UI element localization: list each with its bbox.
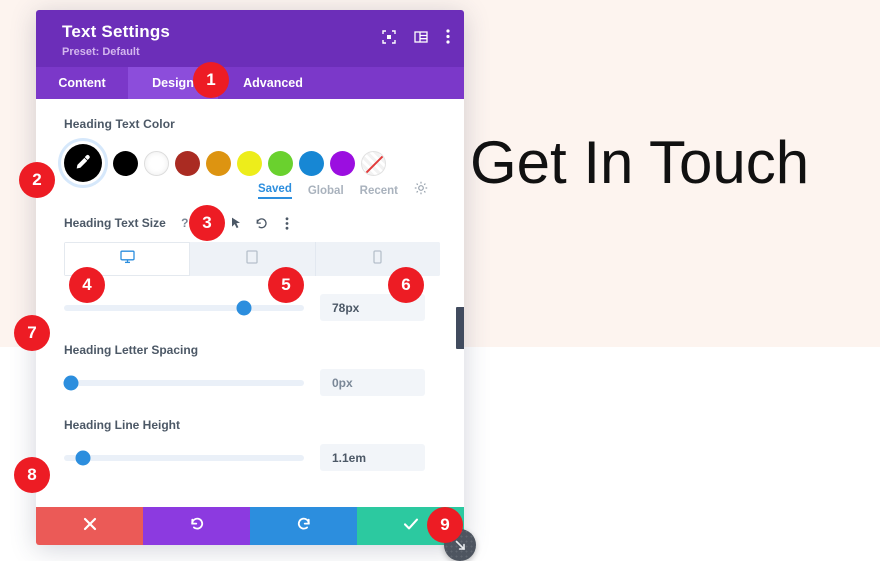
modal-action-bar [36, 507, 464, 545]
palette-tab-global[interactable]: Global [308, 185, 344, 197]
tab-content[interactable]: Content [36, 67, 128, 99]
modal-header: Text Settings Preset: Default [36, 10, 464, 67]
device-tab-phone[interactable] [315, 242, 440, 276]
heading-letter-spacing-slider[interactable] [63, 375, 304, 390]
heading-letter-spacing-slider-knob[interactable] [63, 375, 79, 390]
heading-line-height-value[interactable]: 1.1em [320, 444, 425, 471]
annotation-badge-9: 9 [427, 507, 463, 543]
swatch-blue[interactable] [299, 150, 324, 176]
palette-tab-recent[interactable]: Recent [360, 185, 398, 197]
heading-letter-spacing-slider-row: 0px [63, 369, 440, 396]
undo-icon [189, 516, 205, 537]
heading-line-height-slider-row: 1.1em [64, 444, 440, 471]
cancel-button[interactable] [36, 507, 143, 545]
check-icon [403, 517, 419, 536]
heading-letter-spacing-label: Heading Letter Spacing [64, 343, 199, 357]
layout-panel-icon[interactable] [414, 30, 428, 44]
swatch-yellow[interactable] [237, 150, 262, 176]
annotation-badge-5: 5 [268, 267, 304, 303]
more-vertical-icon[interactable] [446, 29, 450, 44]
annotation-badge-6: 6 [388, 267, 424, 303]
heading-text-size-slider-knob[interactable] [236, 300, 252, 315]
hover-cursor-icon[interactable] [229, 215, 245, 231]
heading-line-height-slider-knob[interactable] [75, 450, 91, 465]
redo-button[interactable] [250, 507, 357, 545]
gear-icon[interactable] [414, 181, 428, 200]
heading-letter-spacing-value[interactable]: 0px [320, 369, 425, 396]
annotation-badge-2: 2 [19, 162, 55, 198]
page-heading: Get In Touch [470, 129, 810, 196]
reset-icon[interactable] [254, 215, 270, 231]
swatch-white[interactable] [144, 150, 169, 176]
modal-header-icons [382, 29, 450, 44]
tablet-icon [246, 249, 259, 269]
heading-line-height-label: Heading Line Height [64, 418, 181, 432]
color-swatch-row [64, 143, 440, 183]
eyedropper-icon[interactable] [64, 144, 102, 182]
palette-tabs: Saved Global Recent [99, 181, 440, 200]
tab-advanced[interactable]: Advanced [218, 67, 328, 99]
swatch-purple[interactable] [330, 150, 355, 176]
desktop-icon [120, 250, 135, 269]
annotation-badge-7: 7 [14, 315, 50, 351]
annotation-badge-4: 4 [69, 267, 105, 303]
heading-text-size-slider-row: 78px [64, 294, 440, 321]
swatch-black[interactable] [113, 150, 138, 176]
heading-text-size-slider[interactable] [64, 300, 304, 315]
swatch-brick-red[interactable] [175, 150, 200, 176]
modal-body: Heading Text Color ••• Saved Global Rece… [36, 99, 464, 507]
swatch-transparent[interactable] [361, 150, 386, 176]
modal-preset-dropdown[interactable]: Preset: Default [62, 46, 448, 58]
heading-line-height-slider[interactable] [64, 450, 304, 465]
modal-scrollbar[interactable] [456, 99, 464, 507]
modal-scrollbar-thumb[interactable] [456, 307, 464, 349]
swatch-amber[interactable] [206, 150, 231, 176]
page-canvas: Get In Touch Text Settings Preset: Defau… [0, 0, 880, 561]
close-icon [83, 517, 97, 536]
heading-text-color-label: Heading Text Color [64, 117, 175, 131]
annotation-badge-3: 3 [189, 205, 225, 241]
device-tabs [64, 242, 440, 276]
heading-text-size-label: Heading Text Size [64, 216, 166, 230]
annotation-badge-8: 8 [14, 457, 50, 493]
more-options-icon[interactable] [279, 215, 295, 231]
undo-button[interactable] [143, 507, 250, 545]
redo-icon [296, 516, 312, 537]
swatch-green[interactable] [268, 150, 293, 176]
heading-text-size-row: Heading Text Size ? [64, 214, 440, 232]
focus-target-icon[interactable] [382, 29, 396, 44]
modal-tab-bar: Content Design Advanced [36, 67, 464, 99]
palette-tab-saved[interactable]: Saved [257, 183, 292, 199]
annotation-badge-1: 1 [193, 62, 229, 98]
phone-icon [373, 249, 382, 269]
